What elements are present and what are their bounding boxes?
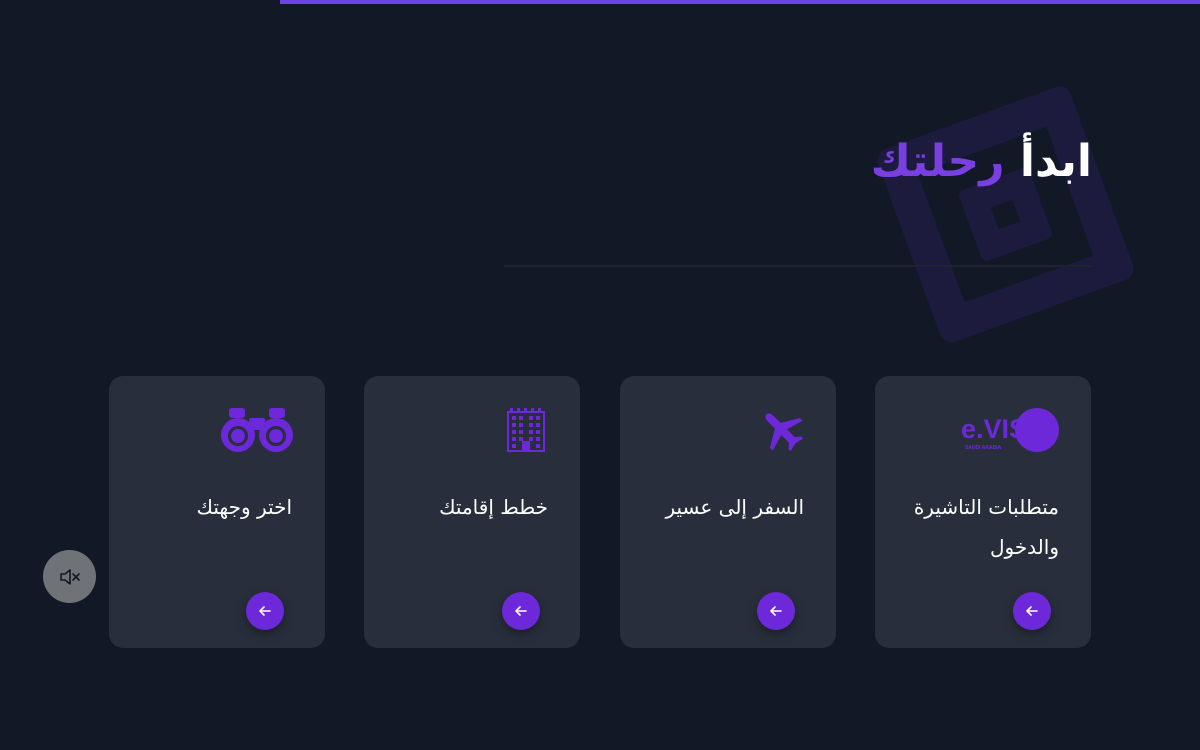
card-title-choose-destination: اختر وجهتك [196,495,292,519]
airplane-icon [758,406,806,458]
evisa-logo-subtext: SAUDI ARABIA [965,445,1002,451]
binoculars-icon [221,406,293,458]
page-title-word-start: ابدأ [1019,136,1092,187]
evisa-logo-text: e.VISA [961,414,1047,444]
choose-destination-arrow-button[interactable] [246,592,284,630]
plan-your-stay-arrow-button[interactable] [502,592,540,630]
arrow-left-icon [515,606,527,616]
card-title-visa-requirements: متطلبات التاشيرة والدخول [913,495,1059,559]
divider [504,265,1092,267]
arrow-left-icon [1026,606,1038,616]
speaker-muted-icon [59,568,80,585]
mute-button[interactable] [43,550,96,603]
progress-bar-fill [279,0,1200,4]
building-icon [506,408,546,456]
arrow-left-icon [770,606,782,616]
travel-to-asir-arrow-button[interactable] [757,592,795,630]
arrow-left-icon [259,606,271,616]
progress-bar [0,0,1200,4]
page-title-word-journey: رحلتك [870,136,1005,187]
visa-requirements-arrow-button[interactable] [1013,592,1051,630]
card-title-travel-to-asir: السفر إلى عسير [665,495,804,519]
card-title-plan-your-stay: خطط إقامتك [439,495,548,519]
evisa-logo-icon: e.VISA SAUDI ARABIA [959,406,1061,458]
page: ابدأ رحلتك e.VISA SAUDI ARABIA متطلبات ا… [0,0,1200,750]
page-title: ابدأ رحلتك [871,132,1092,192]
decorative-logo-icon [874,83,1137,346]
